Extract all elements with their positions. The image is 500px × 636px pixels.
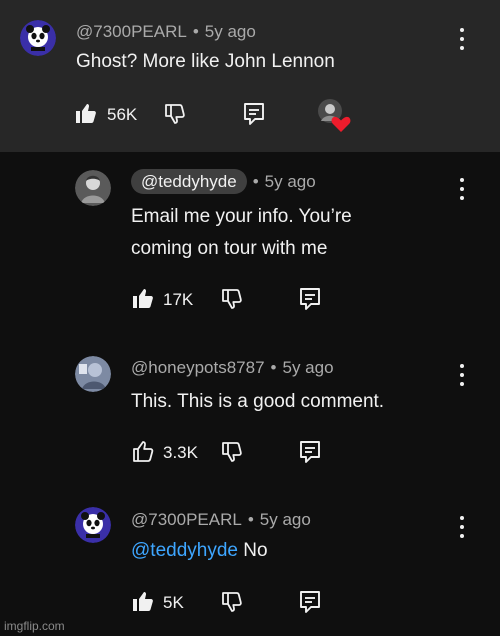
dislike-button[interactable] (220, 590, 244, 614)
more-options-icon[interactable] (458, 178, 466, 200)
comment-text: This. This is a good comment. (131, 391, 385, 412)
comment-author[interactable]: @teddyhyde (131, 169, 247, 194)
thumb-down-outline-icon (165, 104, 185, 124)
thumb-down-outline-icon (222, 442, 242, 462)
reply-icon (244, 103, 264, 125)
more-options-icon[interactable] (458, 28, 466, 50)
like-count: 5K (163, 593, 184, 612)
comment-meta: @7300PEARL • 5y ago (76, 22, 256, 42)
dislike-button[interactable] (163, 102, 187, 126)
comment-author[interactable]: @honeypots8787 (131, 358, 265, 377)
separator-dot: • (270, 358, 277, 377)
panda-avatar-icon (75, 507, 111, 543)
reply-icon (300, 288, 320, 310)
like-button[interactable] (74, 102, 98, 126)
comment-text: Ghost? More like John Lennon (76, 51, 335, 72)
like-button[interactable] (131, 590, 155, 614)
separator-dot: • (192, 22, 199, 41)
comment-meta: @7300PEARL • 5y ago (131, 510, 311, 530)
thumb-up-outline-icon (133, 441, 154, 462)
user-avatar-icon (75, 170, 111, 206)
avatar[interactable] (75, 356, 111, 392)
like-count: 56K (107, 105, 138, 124)
comment-age[interactable]: 5y ago (282, 358, 333, 377)
comment-author[interactable]: @7300PEARL (131, 510, 242, 529)
comment-text-body: No (243, 540, 268, 561)
comment-text: @teddyhyde No (131, 535, 268, 567)
avatar[interactable] (75, 507, 111, 543)
reply-icon (300, 441, 320, 463)
avatar[interactable] (20, 20, 56, 56)
comment-text-line: Email me your info. You’re (131, 206, 352, 227)
panda-avatar-icon (20, 20, 56, 56)
thumb-up-filled-icon (133, 289, 153, 308)
like-button[interactable] (131, 440, 155, 464)
like-count: 3.3K (163, 443, 198, 462)
like-button[interactable] (131, 287, 155, 311)
thumb-up-filled-icon (76, 104, 96, 123)
more-options-icon[interactable] (458, 516, 466, 538)
dislike-button[interactable] (220, 287, 244, 311)
like-count: 17K (163, 290, 194, 309)
comment-meta: @teddyhyde • 5y ago (131, 169, 316, 194)
creator-heart-icon (318, 99, 351, 132)
watermark: imgflip.com (4, 619, 65, 633)
reply-button[interactable] (299, 590, 321, 614)
separator-dot: • (252, 172, 259, 191)
avatar[interactable] (75, 170, 111, 206)
comment-age[interactable]: 5y ago (205, 22, 256, 41)
thumb-up-filled-icon (133, 592, 153, 611)
thumb-down-outline-icon (222, 289, 242, 309)
user-avatar-icon (75, 356, 111, 392)
dislike-button[interactable] (220, 440, 244, 464)
comment-text-line: coming on tour with me (131, 238, 328, 259)
separator-dot: • (247, 510, 254, 529)
comment-author[interactable]: @7300PEARL (76, 22, 187, 41)
creator-heart (318, 99, 354, 133)
comment-age[interactable]: 5y ago (265, 172, 316, 191)
reply-button[interactable] (243, 102, 265, 126)
comment-age[interactable]: 5y ago (260, 510, 311, 529)
more-options-icon[interactable] (458, 364, 466, 386)
reply-button[interactable] (299, 287, 321, 311)
comment-meta: @honeypots8787 • 5y ago (131, 358, 334, 378)
reply-button[interactable] (299, 440, 321, 464)
thumb-down-outline-icon (222, 592, 242, 612)
reply-icon (300, 591, 320, 613)
mention-link[interactable]: @teddyhyde (131, 540, 238, 561)
